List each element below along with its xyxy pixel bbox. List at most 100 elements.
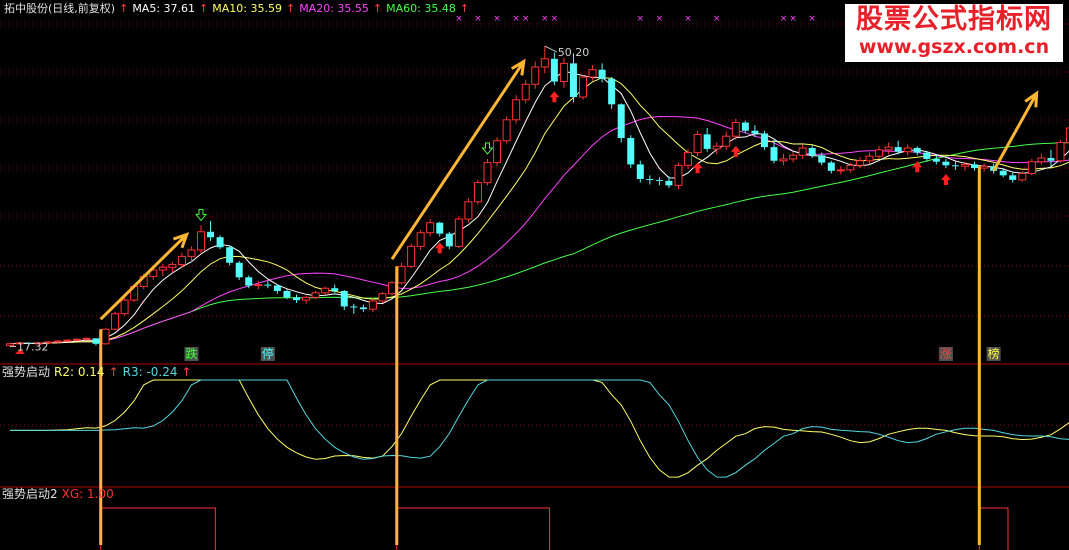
sell-arrow-icon — [481, 142, 494, 155]
candle-body-up — [789, 154, 798, 160]
candle-body-up — [388, 282, 396, 295]
trend-arrow-line — [992, 92, 1038, 172]
label-badge-text: 跌 — [185, 346, 197, 361]
candle-body-down — [350, 306, 358, 308]
candle-body-up — [884, 146, 893, 151]
candle-body-up — [531, 66, 540, 85]
x-mark-icon: × — [522, 14, 530, 24]
candle-body-down — [264, 284, 272, 286]
candle-body-down — [951, 165, 959, 167]
candle-body-up — [674, 164, 683, 186]
ma20-label: MA20: 35.55 — [299, 2, 369, 15]
xg-pulse — [396, 507, 551, 550]
candle-body-up — [846, 164, 855, 171]
label-badge-text: 停 — [262, 346, 274, 361]
candle-body-down — [1047, 158, 1055, 161]
candle-body-down — [760, 133, 768, 148]
candle-body-up — [684, 152, 693, 166]
buy-arrow-icon — [940, 174, 951, 186]
candle-body-up — [426, 222, 435, 234]
candle-body-up — [311, 292, 320, 298]
candle-body-down — [894, 147, 902, 152]
candle-body-up — [397, 265, 406, 284]
grid-lines — [0, 23, 1069, 488]
candle-body-down — [751, 130, 759, 134]
candle-body-up — [177, 255, 186, 266]
candle-body-up — [779, 158, 788, 162]
label-badge-text: 榜 — [988, 346, 1000, 361]
candle-body-up — [72, 338, 81, 341]
candle-body-up — [1037, 157, 1046, 163]
candle-body-down — [655, 179, 663, 181]
x-mark-icon: × — [656, 14, 664, 24]
candle-body-down — [971, 164, 979, 169]
candle-body-up — [197, 231, 205, 251]
candle-body-up — [120, 299, 129, 315]
moving-average-lines — [9, 70, 1069, 345]
candle-body-down — [827, 162, 835, 171]
x-mark-icon: × — [512, 14, 520, 24]
candle-body-up — [540, 58, 549, 68]
candle-body-up — [798, 147, 807, 156]
candle-body-down — [550, 58, 558, 82]
x-mark-icon: × — [780, 14, 788, 24]
candle-body-up — [693, 133, 702, 154]
candle-body-up — [521, 83, 530, 101]
high-pointer — [544, 45, 558, 53]
trend-arrow-line — [99, 233, 188, 321]
x-mark-icon: × — [541, 14, 549, 24]
indicator2-panel — [100, 507, 1009, 550]
xg-pulse — [978, 507, 1009, 550]
candle-body-up — [502, 119, 511, 142]
candle-body-down — [340, 290, 348, 307]
candle-body-down — [999, 170, 1007, 176]
candle-body-up — [836, 169, 845, 172]
trend-arrows — [99, 58, 1039, 321]
candle-body-up — [254, 284, 263, 287]
candle-body-up — [865, 155, 874, 162]
candle-body-down — [808, 148, 816, 156]
x-mark-icon: × — [789, 14, 797, 24]
candle-body-down — [445, 233, 453, 247]
candle-body-up — [111, 313, 120, 330]
candle-body-up — [6, 343, 14, 347]
candle-body-down — [942, 161, 950, 166]
candle-body-up — [731, 122, 740, 137]
candle-body-up — [588, 69, 597, 78]
candle-body-down — [216, 237, 224, 248]
ma10-arrow-icon: ↑ — [285, 2, 296, 15]
indicator1-panel — [10, 379, 1069, 478]
candle-body-up — [368, 300, 377, 310]
candle-body-up — [378, 293, 387, 302]
candle-body-up — [101, 328, 110, 345]
candle-body-up — [559, 62, 568, 83]
indicator2-name: 强势启动2 — [2, 487, 58, 501]
candle-body-up — [712, 145, 721, 150]
candle-body-up — [855, 160, 864, 166]
candle-body-down — [293, 297, 300, 301]
sell-arrow-icon — [194, 208, 208, 222]
candle-body-down — [598, 69, 606, 79]
x-mark-icon: × — [551, 14, 559, 24]
x-mark-icon: × — [713, 14, 721, 24]
candle-body-down — [923, 152, 931, 159]
low-price-label: 17.32 — [17, 341, 49, 354]
candle-body-up — [168, 264, 177, 268]
xg-label: XG: 1.00 — [61, 487, 114, 501]
candle-body-up — [63, 339, 72, 342]
x-mark-icon: × — [493, 14, 501, 24]
buy-arrow-icon — [730, 145, 741, 157]
candle-body-down — [608, 78, 616, 105]
indicator2-legend: 强势启动2 XG: 1.00 — [2, 488, 118, 501]
candle-body-up — [302, 296, 311, 301]
candle-body-down — [770, 147, 778, 161]
candle-body-down — [569, 63, 577, 98]
r2-label: R2: 0.14 — [54, 365, 105, 379]
stock-chart: ××××××××××××××× 跌 停 涨 榜 50.20 17.32 — [0, 14, 1069, 550]
ma10-line — [9, 77, 1069, 345]
ma20-arrow-icon: ↑ — [372, 2, 383, 15]
candle-body-down — [283, 290, 291, 298]
candle-body-down — [818, 155, 826, 163]
candle-body-down — [913, 148, 921, 153]
candle-body-up — [53, 340, 62, 343]
